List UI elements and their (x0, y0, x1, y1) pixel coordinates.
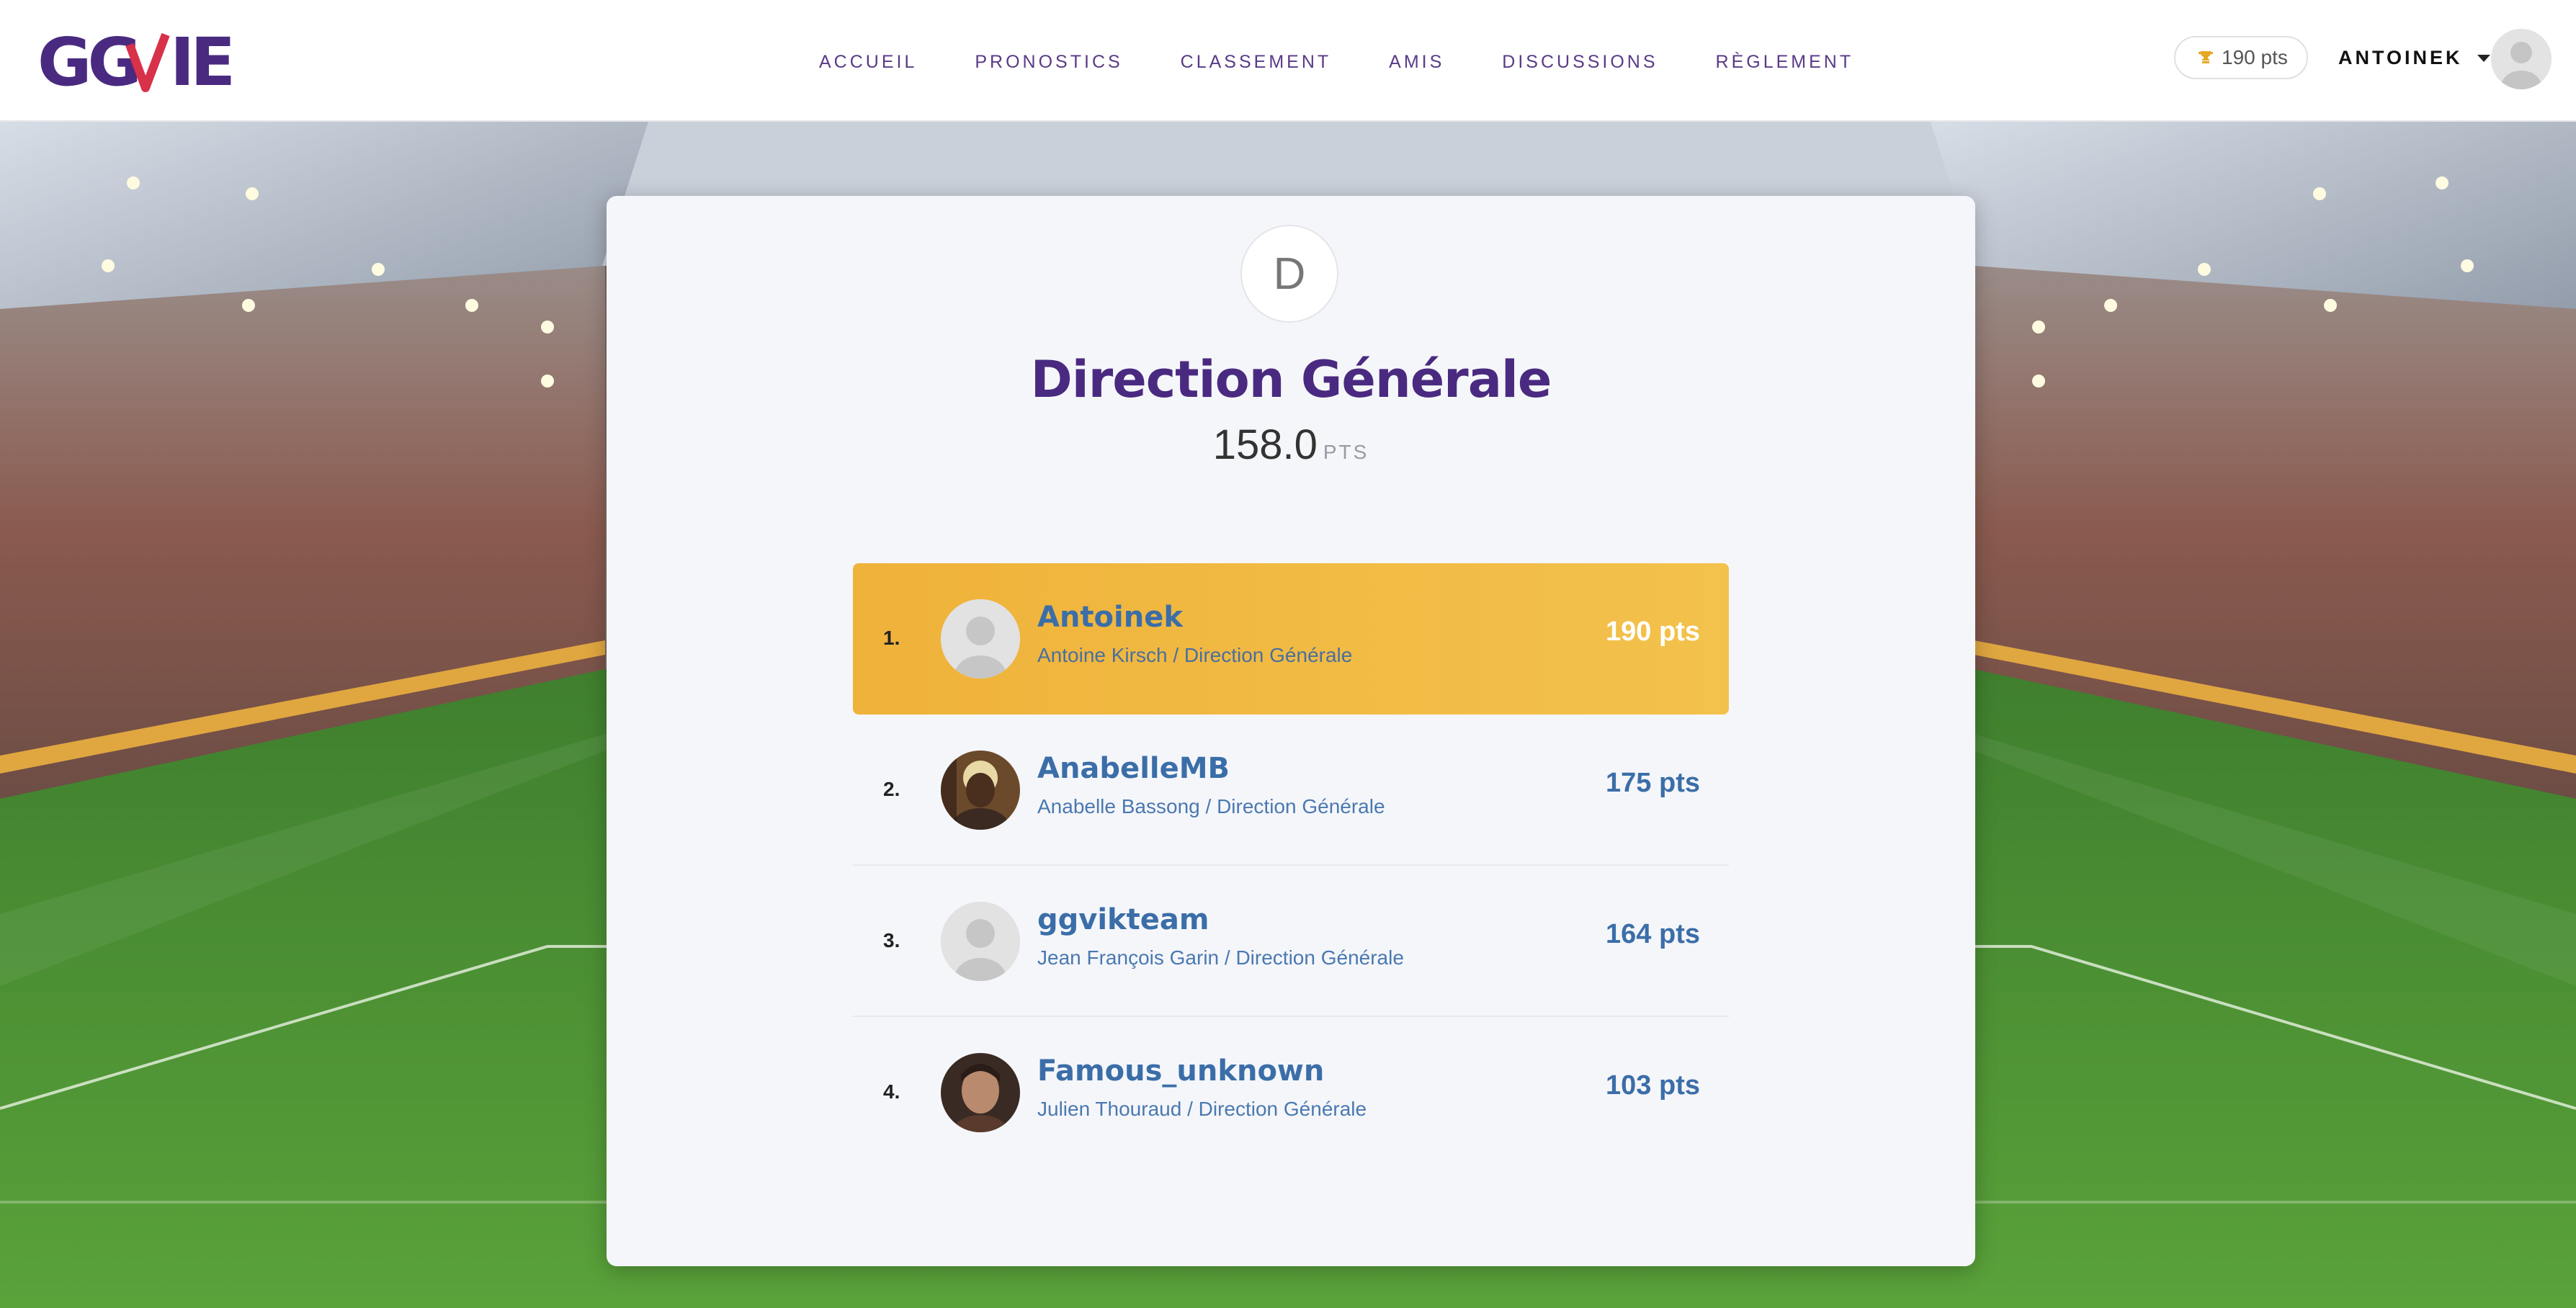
points-badge-label: 190 pts (2222, 46, 2288, 68)
member-points: 175 pts (1606, 768, 1700, 798)
points-badge[interactable]: 190 pts (2174, 36, 2308, 79)
member-avatar[interactable] (941, 1053, 1020, 1132)
svg-text:GG: GG (37, 29, 138, 97)
ranking-row[interactable]: 4. Famous_unknown Julien Thouraud / Dire… (853, 1017, 1729, 1168)
member-subtitle: Anabelle Bassong / Direction Générale (1037, 795, 1385, 818)
member-username-link[interactable]: Antoinek (1037, 601, 1183, 634)
default-avatar-icon (941, 599, 1020, 678)
default-avatar-icon (941, 902, 1020, 981)
rank-position: 2. (883, 778, 900, 800)
rank-position: 4. (883, 1080, 900, 1103)
username-label: ANTOINEK (2338, 47, 2463, 68)
team-ranking-card: D Direction Générale 158.0 PTS 1. Antoine… (607, 196, 1975, 1266)
member-fullname: Anabelle Bassong (1037, 795, 1200, 818)
member-team-link[interactable]: Direction Générale (1217, 795, 1385, 818)
trophy-icon (2199, 51, 2213, 63)
ranking-row[interactable]: 2. AnabelleMB Anabelle Bassong / Directi… (853, 715, 1729, 866)
member-photo (941, 751, 1020, 830)
team-score: 158.0 PTS (607, 421, 1975, 469)
team-initial-avatar: D (1240, 225, 1338, 323)
member-avatar[interactable] (941, 902, 1020, 981)
member-points: 103 pts (1606, 1070, 1700, 1101)
nav-pronostics[interactable]: PRONOSTICS (975, 49, 1122, 75)
ranking-row[interactable]: 1. Antoinek Antoine Kirsch / Direction G… (853, 563, 1729, 715)
nav-reglement[interactable]: RÈGLEMENT (1716, 49, 1854, 75)
member-avatar[interactable] (941, 599, 1020, 678)
member-username-link[interactable]: AnabelleMB (1037, 752, 1230, 785)
nav-classement[interactable]: CLASSEMENT (1181, 49, 1331, 75)
member-ranking-list: 1. Antoinek Antoine Kirsch / Direction G… (853, 563, 1729, 1168)
member-points: 164 pts (1606, 919, 1700, 949)
member-subtitle: Julien Thouraud / Direction Générale (1037, 1098, 1367, 1120)
member-team-link[interactable]: Direction Générale (1235, 946, 1403, 969)
member-photo (941, 1053, 1020, 1132)
main-nav: ACCUEIL PRONOSTICS CLASSEMENT AMIS DISCU… (819, 49, 1853, 75)
member-username-link[interactable]: Famous_unknown (1037, 1054, 1324, 1088)
ranking-row[interactable]: 3. ggvikteam Jean François Garin / Direc… (853, 866, 1729, 1017)
user-avatar[interactable] (2491, 29, 2552, 89)
member-points: 190 pts (1606, 617, 1700, 647)
member-fullname: Julien Thouraud (1037, 1098, 1182, 1120)
member-subtitle: Jean François Garin / Direction Générale (1037, 946, 1404, 969)
member-subtitle: Antoine Kirsch / Direction Générale (1037, 644, 1353, 666)
team-score-unit: PTS (1323, 441, 1369, 463)
nav-discussions[interactable]: DISCUSSIONS (1502, 49, 1658, 75)
default-avatar-icon (2491, 29, 2552, 89)
member-fullname: Antoine Kirsch (1037, 644, 1168, 666)
nav-accueil[interactable]: ACCUEIL (819, 49, 917, 75)
user-menu-toggle[interactable]: ANTOINEK (2338, 43, 2490, 72)
rank-position: 1. (883, 627, 900, 649)
member-fullname: Jean François Garin (1037, 946, 1220, 969)
member-avatar[interactable] (941, 751, 1020, 830)
nav-amis[interactable]: AMIS (1389, 49, 1444, 75)
ggvie-logo[interactable]: GG IE (37, 29, 239, 97)
member-username-link[interactable]: ggvikteam (1037, 903, 1209, 936)
rank-position: 3. (883, 929, 900, 951)
team-score-value: 158.0 (1212, 421, 1318, 468)
svg-text:IE: IE (170, 29, 231, 97)
team-name-heading: Direction Générale (1030, 350, 1552, 409)
member-team-link[interactable]: Direction Générale (1184, 644, 1352, 666)
member-team-link[interactable]: Direction Générale (1199, 1098, 1367, 1120)
top-header: GG IE ACCUEIL PRONOSTICS CLASSEMENT AMIS… (0, 0, 2576, 122)
chevron-down-icon (2477, 55, 2490, 62)
